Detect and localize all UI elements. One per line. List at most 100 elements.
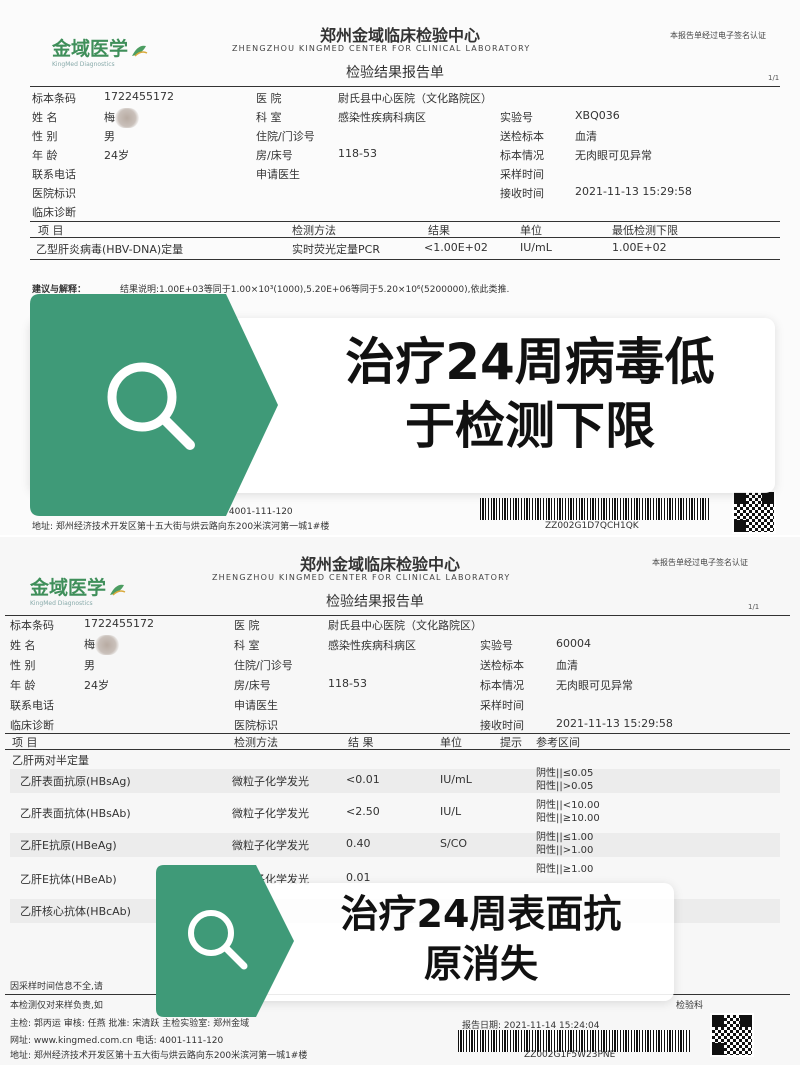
sex-value: 男 (84, 659, 95, 672)
org-title-en: ZHENGZHOU KINGMED CENTER FOR CLINICAL LA… (232, 44, 531, 53)
hbsab-ref: 阴性||<10.00 阳性||≥10.00 (536, 800, 600, 824)
barcode-value: 1722455172 (84, 617, 154, 630)
dept-value: 感染性疾病科病区 (338, 111, 426, 124)
hbsag-method: 微粒子化学发光 (232, 775, 309, 788)
col-method: 检测方法 (234, 736, 278, 749)
hospital-value: 尉氏县中心医院（文化路院区） (328, 619, 482, 632)
hbeag-ref: 阴性||≤1.00 阳性||>1.00 (536, 832, 594, 856)
age-label: 年 龄 (10, 679, 36, 692)
qr-code (732, 490, 776, 534)
org-title-en: ZHENGZHOU KINGMED CENTER FOR CLINICAL LA… (212, 573, 511, 582)
hospital-id-label: 医院标识 (234, 719, 278, 732)
hbv-method: 实时荧光定量PCR (292, 243, 380, 256)
labno-label: 实验号 (500, 111, 533, 124)
table-header-rule (30, 237, 780, 238)
col-hint: 提示 (500, 736, 522, 749)
footer-note-2: 本检测仅对来样负责,如 (10, 1001, 103, 1011)
page-number: 1/1 (768, 74, 780, 82)
logo-leaf-icon (110, 584, 126, 596)
col-ref: 参考区间 (536, 736, 580, 749)
hbsab-result: <2.50 (346, 805, 380, 818)
kingmed-logo: 金域医学 KingMed Diagnostics (30, 573, 126, 607)
receive-value: 2021-11-13 15:29:58 (556, 717, 673, 730)
col-result: 结 果 (348, 736, 374, 749)
hbv-unit: IU/mL (520, 241, 552, 254)
group-title: 乙肝两对半定量 (12, 754, 89, 767)
hbeab-item: 乙肝E抗体(HBeAb) (20, 873, 117, 886)
hbv-item: 乙型肝炎病毒(HBV-DNA)定量 (36, 243, 184, 256)
hbsab-method: 微粒子化学发光 (232, 807, 309, 820)
name-value: 梅 (84, 635, 119, 655)
report-title: 检验结果报告单 (326, 594, 424, 610)
hbsag-item: 乙肝表面抗原(HBsAg) (20, 775, 131, 788)
bed-label: 房/床号 (234, 679, 271, 692)
hbeag-result: 0.40 (346, 837, 371, 850)
col-item: 项 目 (12, 736, 38, 749)
kingmed-logo: 金域医学 KingMed Diagnostics (52, 34, 148, 68)
hospital-id-label: 医院标识 (32, 187, 76, 200)
sex-label: 性 别 (32, 130, 58, 143)
sample-label: 送检标本 (480, 659, 524, 672)
hospital-label: 医 院 (256, 92, 282, 105)
hbv-result: <1.00E+02 (424, 241, 488, 254)
barcode-code: ZZ002G1F5W23PNE (524, 1050, 616, 1060)
receive-label: 接收时间 (500, 187, 544, 200)
report-barcode (458, 1030, 690, 1052)
bed-value: 118-53 (328, 677, 367, 690)
privacy-blur (95, 635, 119, 655)
hbeab-ref: 阳性||≥1.00 (536, 864, 594, 875)
barcode-label: 标本条码 (32, 92, 76, 105)
dept-value: 感染性疾病科病区 (328, 639, 416, 652)
address-footer: 地址: 郑州经济技术开发区第十五大街与烘云路向东200米滨河第一城1#楼 (32, 522, 330, 532)
logo-leaf-icon (132, 45, 148, 57)
hospital-value: 尉氏县中心医院（文化路院区） (338, 92, 492, 105)
address-footer: 地址: 郑州经济技术开发区第十五大街与烘云路向东200米滨河第一城1#楼 (10, 1051, 308, 1061)
col-item: 项 目 (38, 224, 64, 237)
bed-label: 房/床号 (256, 149, 293, 162)
age-label: 年 龄 (32, 149, 58, 162)
hbeag-method: 微粒子化学发光 (232, 839, 309, 852)
condition-label: 标本情况 (480, 679, 524, 692)
barcode-code: ZZ002G1D7QCH1QK (545, 521, 639, 531)
table-bottom-rule (30, 259, 780, 260)
hbsag-result: <0.01 (346, 773, 380, 786)
highlight-caption-2: 治疗24周表面抗 原消失 (340, 892, 622, 986)
table-top-rule (5, 733, 790, 734)
collect-label: 采样时间 (480, 699, 524, 712)
footer-note-1: 因采样时间信息不全,请 (10, 982, 103, 992)
age-value: 24岁 (84, 679, 109, 692)
dept-label: 科 室 (234, 639, 260, 652)
inpatient-label: 住院/门诊号 (234, 659, 293, 672)
col-unit: 单位 (440, 736, 462, 749)
e-signature-note: 本报告单经过电子签名认证 (670, 31, 766, 40)
barcode-value: 1722455172 (104, 90, 174, 103)
hbv-limit: 1.00E+02 (612, 241, 667, 254)
hbcab-item: 乙肝核心抗体(HBcAb) (20, 905, 131, 918)
name-label: 姓 名 (32, 111, 58, 124)
table-row-band (10, 833, 780, 857)
labno-value: XBQ036 (575, 109, 620, 122)
report-title: 检验结果报告单 (346, 65, 444, 81)
org-title-cn: 郑州金域临床检验中心 (300, 555, 461, 574)
org-title-cn: 郑州金域临床检验中心 (320, 26, 481, 45)
dept-label: 科 室 (256, 111, 282, 124)
footer-note-2-right: 检验科 (676, 1001, 704, 1011)
bed-value: 118-53 (338, 147, 377, 160)
condition-value: 无肉眼可见异常 (575, 149, 652, 162)
hbeag-item: 乙肝E抗原(HBeAg) (20, 839, 117, 852)
website: 网址: www.kingmed.com.cn 电话: 4001-111-120 (10, 1036, 224, 1046)
name-label: 姓 名 (10, 639, 36, 652)
divider (30, 86, 780, 87)
diagnosis-label: 临床诊断 (32, 206, 76, 219)
condition-value: 无肉眼可见异常 (556, 679, 633, 692)
sex-label: 性 别 (10, 659, 36, 672)
signers: 主检: 郭丙运 审核: 任燕 批准: 宋清跃 主检实验室: 郑州金域 (10, 1019, 250, 1029)
hbsab-item: 乙肝表面抗体(HBsAb) (20, 807, 131, 820)
report-barcode (480, 498, 710, 520)
barcode-label: 标本条码 (10, 619, 54, 632)
sex-value: 男 (104, 130, 115, 143)
hbsag-unit: IU/mL (440, 773, 472, 786)
privacy-blur (115, 108, 139, 128)
report-sheet-1: 金域医学 KingMed Diagnostics 郑州金域临床检验中心 ZHEN… (0, 0, 800, 535)
condition-label: 标本情况 (500, 149, 544, 162)
